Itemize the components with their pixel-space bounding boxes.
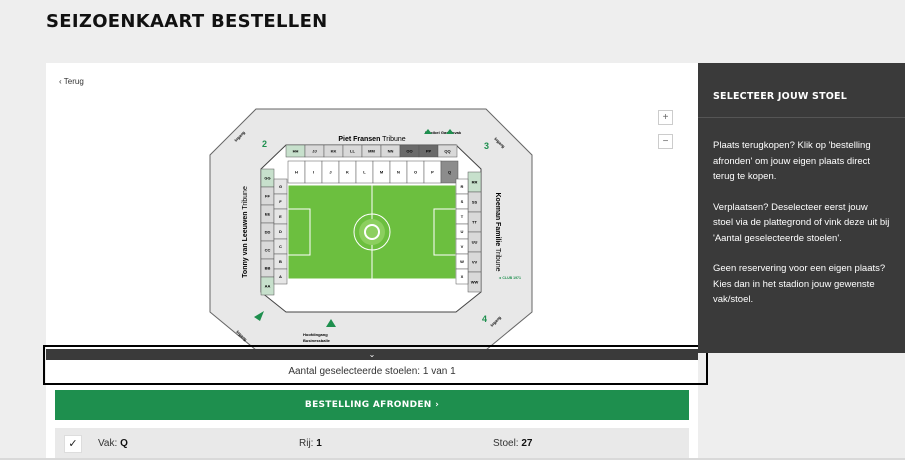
section-label: TT [472, 220, 477, 225]
section-label: JJ [312, 149, 316, 154]
west-sections: GG FF EE DD CC BB AA [260, 168, 275, 296]
section-label: K [346, 170, 349, 175]
section-label: LL [350, 149, 355, 154]
sidebar-title: SELECTEER JOUW STOEL [698, 63, 905, 118]
section-label: CC [265, 248, 271, 253]
chevron-down-icon: ⌄ [368, 350, 376, 359]
section-label: GG [264, 176, 270, 181]
sidebar-paragraph-3: Geen reservering voor een eigen plaats? … [713, 263, 886, 305]
section-label: PP [426, 149, 432, 154]
section-label: O [414, 170, 417, 175]
section-label: R [461, 184, 464, 189]
sidebar-paragraph-2: Verplaatsen? Deselecteer eerst jouw stoe… [713, 201, 890, 244]
section-label: P [431, 170, 434, 175]
north-top-sections: HH JJ KK LL MM NN OO PP QQ [285, 144, 458, 158]
section-label: RR [472, 180, 478, 185]
section-label: MM [368, 149, 375, 154]
section-label: S [461, 199, 464, 204]
section-label: W [460, 259, 464, 264]
section-label: B [279, 259, 282, 264]
page-title: SEIZOENKAART BESTELLEN [46, 11, 328, 32]
back-link[interactable]: ‹ Terug [59, 77, 84, 86]
west-inner-sections: GFEDCBA [273, 178, 288, 285]
section-label: HH [293, 149, 299, 154]
club-label: ◄ CLUB 1971 [498, 276, 521, 280]
east-stand-label: Koeman Familie Tribune [494, 193, 501, 272]
section-label: J [329, 170, 331, 175]
hoofdingang-label: Hoofdingang [303, 332, 328, 337]
gate-4-label: 4 [482, 314, 487, 324]
seat-vak: Vak: Q [98, 438, 128, 449]
section-label: N [397, 170, 400, 175]
section-label: AA [265, 284, 271, 289]
section-label: E [279, 214, 282, 219]
back-label: Terug [63, 77, 84, 86]
collapse-toggle[interactable]: ⌄ [46, 349, 698, 360]
section-label: BB [265, 266, 271, 271]
section-label: A [279, 274, 282, 279]
order-complete-button[interactable]: BESTELLING AFRONDEN › [55, 390, 689, 420]
gate-3-label: 3 [484, 141, 489, 151]
section-label: U [461, 229, 464, 234]
section-label: EE [265, 212, 271, 217]
section-label: Q [448, 170, 451, 175]
section-label: D [279, 229, 282, 234]
seat-stoel: Stoel: 27 [493, 438, 533, 449]
section-label: G [279, 184, 282, 189]
businessballe-label: Businessballe [303, 338, 331, 343]
section-label: I [313, 170, 314, 175]
west-stand-label: Tonny van Leeuwen Tribune [242, 186, 249, 278]
section-label: NN [388, 149, 394, 154]
seat-checkbox[interactable]: ✓ [64, 435, 82, 453]
section-label: FF [265, 194, 270, 199]
north-stand-label: Piet Fransen Tribune [338, 136, 405, 143]
section-label: OO [406, 149, 412, 154]
zoom-in-button[interactable]: + [658, 110, 673, 125]
zoom-out-button[interactable]: − [658, 134, 673, 149]
selected-seat-row: ✓ Vak: Q Rij: 1 Stoel: 27 [55, 428, 689, 460]
section-label: UU [472, 240, 478, 245]
club-logo-icon [359, 219, 385, 245]
selected-seats-count: Aantal geselecteerde stoelen: 1 van 1 [46, 360, 698, 384]
section-label: WW [471, 280, 479, 285]
section-label: DD [265, 230, 271, 235]
section-label: C [279, 244, 282, 249]
sidebar-paragraph-1: Plaats terugkopen? Klik op 'bestelling a… [713, 140, 871, 182]
info-sidebar: SELECTEER JOUW STOEL Plaats terugkopen? … [698, 63, 905, 353]
east-sections: RR SS TT UU VV WW [467, 171, 482, 293]
gate-2-label: 2 [262, 139, 267, 149]
stadium-map[interactable]: HH JJ KK LL MM NN OO PP QQ HIJKLMNOPQ GGFFEEDDCC… [206, 107, 536, 352]
section-label: V [461, 244, 464, 249]
section-label: KK [331, 149, 337, 154]
section-label: H [295, 170, 298, 175]
north-sections: HIJKLMNOPQ [287, 160, 459, 184]
section-label: QQ [444, 149, 450, 154]
seat-rij: Rij: 1 [299, 438, 322, 449]
east-inner-sections: RSTUVWX [455, 178, 469, 285]
section-label: X [461, 274, 464, 279]
section-label: VV [472, 260, 478, 265]
section-label: SS [472, 200, 478, 205]
